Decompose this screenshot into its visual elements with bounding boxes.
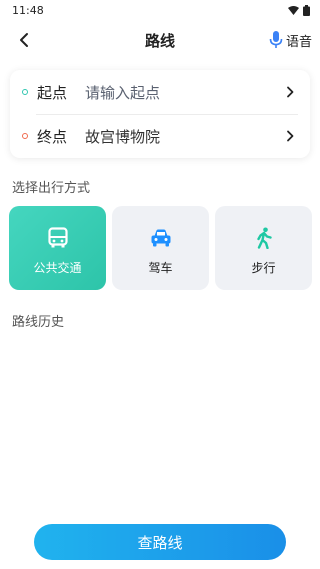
end-point-row[interactable]: 终点 故宫博物院 [10, 114, 310, 158]
chevron-left-icon [20, 33, 28, 47]
microphone-icon [269, 31, 283, 48]
battery-icon [303, 4, 310, 16]
end-dot-icon [22, 133, 28, 139]
header: 路线 语音 [0, 22, 320, 58]
wifi-icon [288, 5, 299, 15]
route-card: 起点 请输入起点 终点 故宫博物院 [10, 70, 310, 158]
page-title: 路线 [144, 31, 175, 50]
back-button[interactable] [12, 28, 36, 52]
start-dot-icon [22, 89, 28, 95]
bus-icon [46, 226, 70, 250]
voice-button[interactable]: 语音 [269, 29, 312, 51]
chevron-right-icon [280, 126, 300, 146]
car-icon [149, 226, 173, 250]
end-label: 终点 [37, 127, 68, 146]
mode-driving[interactable]: 驾车 [112, 206, 209, 290]
search-route-button[interactable]: 查路线 [34, 524, 286, 560]
mode-label: 步行 [251, 261, 276, 275]
route-planner-screen: 11:48 路线 语音 起点 请输入起点 终点 故宫博物院 选择出行方式 公共交… [0, 0, 320, 569]
mode-section-label: 选择出行方式 [12, 181, 91, 196]
end-input[interactable]: 故宫博物院 [85, 126, 280, 147]
mode-walking[interactable]: 步行 [215, 206, 312, 290]
status-time: 11:48 [12, 3, 44, 17]
start-label: 起点 [37, 83, 68, 102]
mode-label: 驾车 [148, 261, 173, 275]
status-icons [288, 4, 310, 16]
chevron-right-icon [280, 82, 300, 102]
mode-label: 公共交通 [33, 261, 82, 275]
mode-public-transit[interactable]: 公共交通 [9, 206, 106, 290]
voice-label: 语音 [285, 34, 312, 50]
status-bar: 11:48 [0, 0, 320, 20]
history-section-label: 路线历史 [12, 315, 65, 330]
start-input[interactable]: 请输入起点 [85, 82, 280, 103]
walk-icon [252, 226, 276, 250]
start-point-row[interactable]: 起点 请输入起点 [10, 70, 310, 114]
